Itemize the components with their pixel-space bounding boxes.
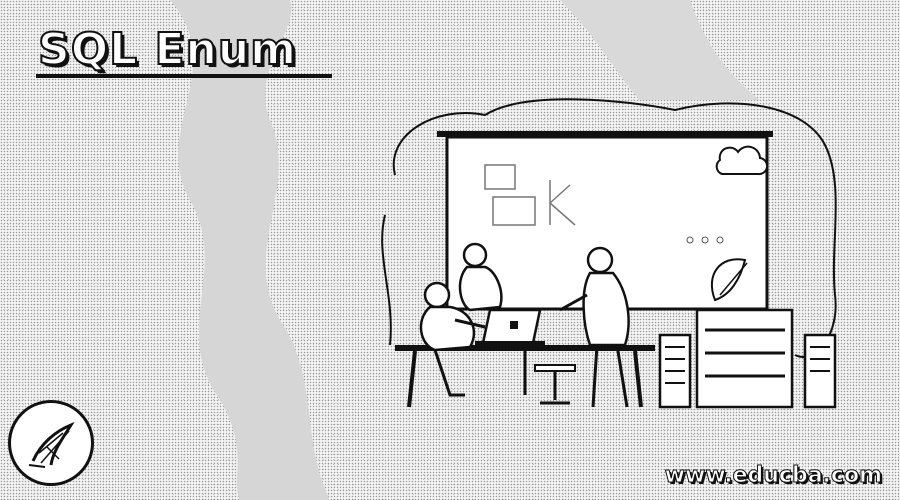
chair [534,364,576,405]
page-title: SQL Enum [37,23,298,76]
laptop-icon [475,308,545,345]
desk [395,345,655,408]
title-underline [36,74,332,78]
sql-server-logo [8,400,94,486]
website-url: www.educba.com [664,463,882,489]
banner-canvas: SQL Enum www.educba.com [0,0,900,500]
illustration [381,98,837,409]
server-rack-icon [658,308,837,409]
sql-server-logo-icon [28,421,75,468]
